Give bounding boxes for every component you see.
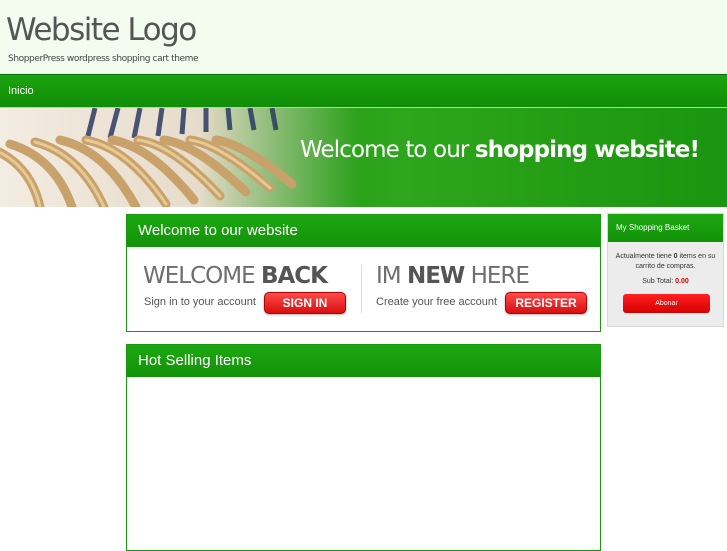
welcome-panel: Welcome to our website WELCOME BACK Sign… [126, 214, 601, 332]
checkout-button[interactable]: Abonar [623, 294, 710, 313]
hero-banner: Welcome to our shopping website! [0, 108, 727, 207]
banner-headline-bold: shopping website! [474, 137, 700, 163]
basket-text-1: Actualmente tiene [615, 253, 674, 260]
basket-status-text: Actualmente tiene 0 items en su carrito … [612, 252, 719, 272]
register-subtext: Create your free account [376, 296, 498, 308]
site-logo[interactable]: Website Logo [6, 12, 197, 48]
shopping-basket-widget: My Shopping Basket Actualmente tiene 0 i… [607, 213, 724, 327]
basket-subtotal: Sub Total: 0.00 [612, 278, 719, 285]
sign-in-subtext: Sign in to your account [144, 296, 256, 308]
subtotal-label: Sub Total: [642, 278, 676, 285]
new-here-heading: IM NEW HERE [376, 263, 530, 289]
new-here-heading-bold: NEW [406, 263, 465, 289]
welcome-panel-title: Welcome to our website [127, 215, 600, 247]
welcome-back-heading-bold: BACK [260, 263, 328, 289]
nav-item-inicio[interactable]: Inicio [8, 85, 34, 97]
new-here-heading-regular-2: HERE [464, 263, 530, 289]
site-tagline: ShopperPress wordpress shopping cart the… [8, 54, 199, 64]
welcome-back-heading-regular: WELCOME [143, 263, 261, 289]
banner-headline: Welcome to our shopping website! [300, 137, 700, 163]
sign-in-button[interactable]: SIGN IN [264, 292, 346, 314]
basket-title: My Shopping Basket [608, 214, 723, 242]
subtotal-value: 0.00 [675, 278, 689, 285]
new-here-heading-regular-1: IM [376, 263, 407, 289]
panel-divider [361, 265, 362, 313]
welcome-back-heading: WELCOME BACK [143, 263, 328, 289]
main-nav: Inicio [0, 74, 727, 108]
register-button[interactable]: REGISTER [505, 292, 587, 314]
site-header: Website Logo ShopperPress wordpress shop… [0, 0, 727, 74]
hot-selling-panel: Hot Selling Items [126, 344, 601, 551]
banner-headline-regular: Welcome to our [300, 137, 475, 163]
hot-selling-title: Hot Selling Items [127, 345, 600, 377]
